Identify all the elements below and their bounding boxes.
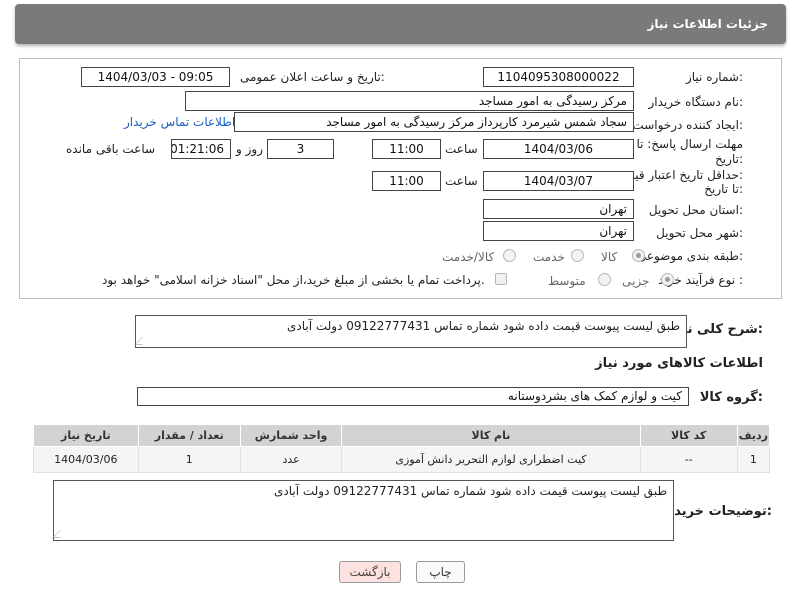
print-button[interactable]: چاپ bbox=[416, 561, 465, 583]
description-text: طبق لیست پیوست قیمت داده شود شماره تماس … bbox=[286, 319, 680, 333]
announce-datetime-label: تاریخ و ساعت اعلان عمومی: bbox=[240, 70, 385, 84]
buyer-notes-text: طبق لیست پیوست قیمت داده شود شماره تماس … bbox=[273, 484, 667, 498]
header-bar: جزئیات اطلاعات نیاز bbox=[15, 4, 786, 44]
category-option-goods-service: کالا/خدمت bbox=[442, 250, 495, 264]
category-radio-goods-service[interactable] bbox=[503, 249, 516, 262]
goods-group-label: گروه کالا: bbox=[699, 390, 763, 405]
validity-date-field[interactable]: 1404/03/07 bbox=[483, 171, 634, 191]
cell-goods-code: -- bbox=[639, 446, 738, 473]
validity-label-2: تا تاریخ: bbox=[704, 182, 743, 196]
cell-unit: عدد bbox=[239, 446, 343, 473]
cell-row-number: 1 bbox=[736, 446, 771, 473]
deadline-label-2: تاریخ: bbox=[715, 152, 743, 166]
page-title: جزئیات اطلاعات نیاز bbox=[647, 17, 768, 31]
requester-label: ایجاد کننده درخواست: bbox=[632, 118, 743, 132]
process-radio-medium[interactable] bbox=[598, 273, 611, 286]
category-option-service: خدمت bbox=[533, 250, 565, 264]
cell-quantity: 1 bbox=[137, 446, 241, 473]
resize-grip-icon[interactable] bbox=[52, 530, 68, 538]
cell-need-date: 1404/03/06 bbox=[33, 446, 139, 473]
category-option-goods: کالا bbox=[601, 250, 618, 264]
remaining-time-field[interactable]: 01:21:06 bbox=[171, 139, 231, 159]
days-field[interactable]: 3 bbox=[267, 139, 334, 159]
city-field[interactable]: تهران bbox=[483, 221, 634, 241]
col-goods-code: کد کالا bbox=[639, 424, 738, 447]
col-goods-name: نام کالا bbox=[341, 424, 641, 447]
validity-label-1: حداقل تاریخ اعتبار قیمت: bbox=[616, 168, 743, 182]
buyer-notes-label: توضیحات خریدار: bbox=[662, 504, 772, 519]
days-label: روز و bbox=[236, 142, 263, 156]
category-radio-service[interactable] bbox=[571, 249, 584, 262]
remaining-time-label: ساعت باقی مانده bbox=[66, 142, 156, 156]
buyer-org-field[interactable]: مرکز رسیدگی به امور مساجد bbox=[185, 91, 634, 111]
buyer-contact-link[interactable]: اطلاعات تماس خریدار bbox=[124, 115, 235, 129]
col-need-date: تاریخ نیاز bbox=[33, 424, 139, 447]
goods-section-title: اطلاعات کالاهای مورد نیاز bbox=[595, 356, 763, 371]
treasury-payment-checkbox[interactable] bbox=[495, 273, 507, 285]
need-number-label: شماره نیاز: bbox=[685, 70, 743, 84]
province-label: استان محل تحویل: bbox=[648, 203, 743, 217]
deadline-label-1: مهلت ارسال پاسخ: تا bbox=[636, 137, 743, 151]
need-number-field[interactable]: 1104095308000022 bbox=[483, 67, 634, 87]
goods-table-header: ردیف کد کالا نام کالا واحد شمارش تعداد /… bbox=[33, 424, 771, 447]
announce-datetime-field[interactable]: 1404/03/03 - 09:05 bbox=[81, 67, 230, 87]
deadline-time-field[interactable]: 11:00 bbox=[372, 139, 441, 159]
city-label: شهر محل تحویل: bbox=[656, 226, 743, 240]
buyer-org-label: نام دستگاه خریدار: bbox=[648, 95, 744, 109]
process-option-medium: متوسط bbox=[548, 274, 586, 288]
deadline-time-label: ساعت bbox=[445, 142, 478, 156]
table-row[interactable]: 1 -- کیت اضطراری لوازم التحریر دانش آموز… bbox=[33, 446, 771, 473]
province-field[interactable]: تهران bbox=[483, 199, 634, 219]
process-radio-minor[interactable] bbox=[661, 273, 674, 286]
category-radio-goods[interactable] bbox=[632, 249, 645, 262]
goods-table: ردیف کد کالا نام کالا واحد شمارش تعداد /… bbox=[33, 424, 771, 473]
category-label: طبقه بندی موضوعی: bbox=[636, 249, 743, 263]
validity-time-field[interactable]: 11:00 bbox=[372, 171, 441, 191]
process-option-minor: جزیی bbox=[622, 274, 650, 288]
deadline-date-field[interactable]: 1404/03/06 bbox=[483, 139, 634, 159]
requester-field[interactable]: سجاد شمس شیرمرد کارپرداز مرکز رسیدگی به … bbox=[234, 112, 634, 132]
goods-group-field[interactable]: کیت و لوازم کمک های بشردوستانه bbox=[137, 387, 689, 406]
resize-grip-icon[interactable] bbox=[134, 337, 150, 345]
col-quantity: تعداد / مقدار bbox=[137, 424, 241, 447]
col-unit: واحد شمارش bbox=[239, 424, 343, 447]
description-textarea[interactable]: طبق لیست پیوست قیمت داده شود شماره تماس … bbox=[134, 315, 687, 348]
validity-time-label: ساعت bbox=[445, 174, 478, 188]
cell-goods-name: کیت اضطراری لوازم التحریر دانش آموزی bbox=[341, 446, 641, 473]
col-row-number: ردیف bbox=[736, 424, 771, 447]
back-button[interactable]: بازگشت bbox=[339, 561, 401, 583]
treasury-payment-note: پرداخت تمام یا بخشی از مبلغ خرید،از محل … bbox=[102, 273, 485, 287]
buyer-notes-textarea[interactable]: طبق لیست پیوست قیمت داده شود شماره تماس … bbox=[52, 480, 674, 541]
